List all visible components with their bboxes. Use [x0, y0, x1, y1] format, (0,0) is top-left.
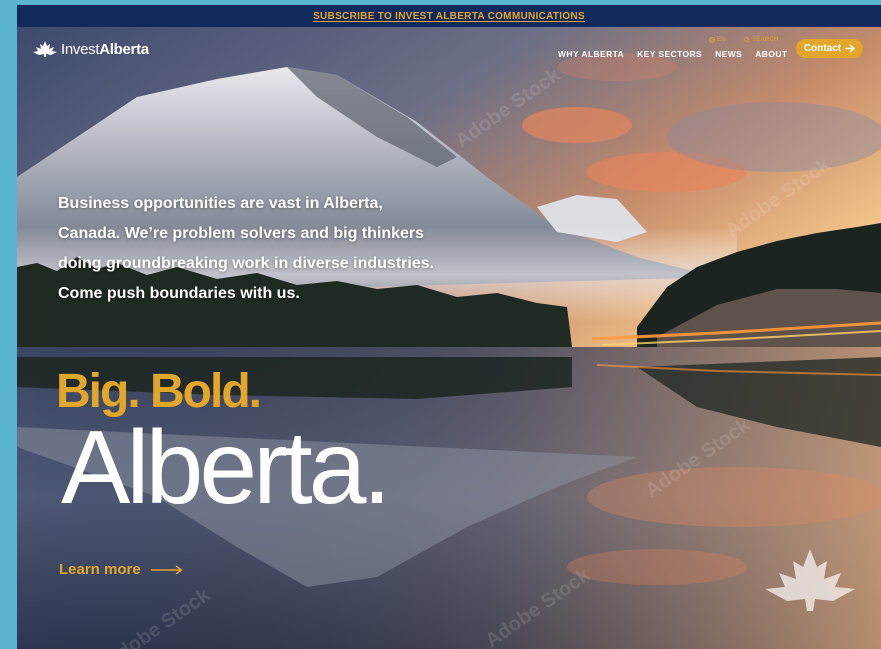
intro-line: Business opportunities are vast in Alber… [58, 195, 383, 212]
language-label: EN [717, 37, 726, 43]
nav-item-news[interactable]: NEWS [715, 49, 742, 59]
subscribe-banner: SUBSCRIBE TO INVEST ALBERTA COMMUNICATIO… [17, 5, 881, 27]
long-arrow-icon [150, 564, 183, 575]
intro-line: doing groundbreaking work in diverse ind… [58, 255, 435, 272]
nav-item-why-alberta[interactable]: WHY ALBERTA [558, 49, 624, 59]
hero-background-image [17, 27, 881, 649]
nav-item-about[interactable]: ABOUT [755, 49, 787, 59]
headline-alberta: Alberta. [61, 410, 391, 526]
learn-more-label: Learn more [59, 561, 141, 578]
globe-icon [709, 37, 715, 43]
hero-intro-text: Business opportunities are vast in Alber… [58, 189, 498, 309]
contact-button[interactable]: Contact [796, 39, 863, 58]
learn-more-link[interactable]: Learn more [59, 561, 183, 578]
intro-line: Canada. We’re problem solvers and big th… [58, 225, 425, 242]
maple-leaf-icon [33, 41, 57, 57]
browser-viewport: SUBSCRIBE TO INVEST ALBERTA COMMUNICATIO… [17, 5, 881, 649]
logo-word-alberta: Alberta [99, 40, 149, 58]
invest-alberta-logo[interactable]: Invest Alberta [32, 40, 149, 58]
logo-word-invest: Invest [61, 40, 100, 58]
contact-label: Contact [803, 43, 842, 54]
arrow-right-icon [845, 44, 856, 53]
search-icon [744, 37, 750, 43]
search-label: SEARCH [752, 37, 779, 43]
maple-leaf-icon [765, 549, 855, 611]
language-switch[interactable]: EN [709, 37, 726, 43]
hero-section: Adobe Stock Adobe Stock Adobe Stock Adob… [17, 27, 881, 649]
intro-line: Come push boundaries with us. [58, 285, 300, 302]
subscribe-link[interactable]: SUBSCRIBE TO INVEST ALBERTA COMMUNICATIO… [313, 11, 585, 22]
search-link[interactable]: SEARCH [744, 37, 779, 43]
nav-item-key-sectors[interactable]: KEY SECTORS [637, 49, 702, 59]
main-nav: WHY ALBERTA KEY SECTORS NEWS ABOUT [558, 49, 787, 59]
